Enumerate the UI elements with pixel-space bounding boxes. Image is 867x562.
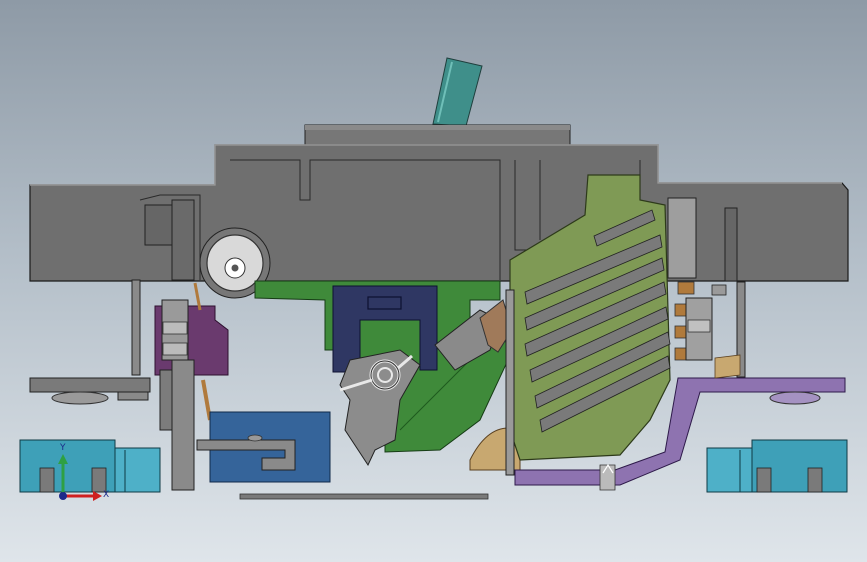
- axis-x-label: X: [103, 490, 110, 500]
- top-cover: [304, 124, 571, 148]
- toggle-handle: [432, 57, 483, 127]
- breaker-section-view: [19, 57, 849, 501]
- axis-y-label: Y: [60, 443, 66, 453]
- right-teal-clip: [706, 439, 848, 493]
- left-teal-clip: [19, 439, 161, 493]
- main-housing: [29, 144, 849, 282]
- cad-viewport[interactable]: Y X: [0, 0, 867, 562]
